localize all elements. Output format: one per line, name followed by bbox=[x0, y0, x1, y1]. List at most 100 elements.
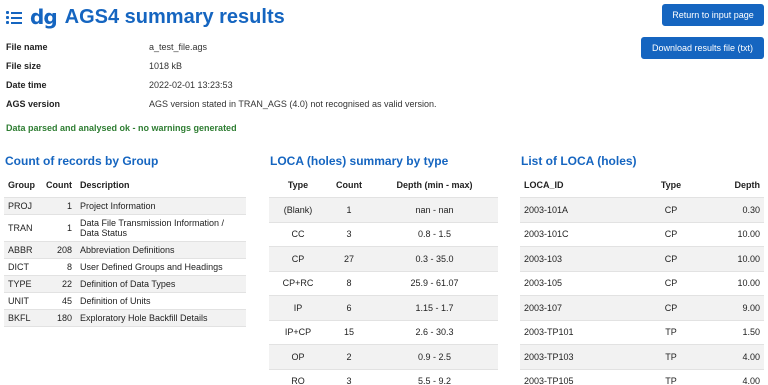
meta-row-date-time: Date time 2022-02-01 13:23:53 bbox=[6, 75, 436, 94]
table-cell: 1 bbox=[327, 197, 371, 223]
groups-table: Group Count Description PROJ 1 Project Inf… bbox=[4, 173, 246, 327]
table-cell: TYPE bbox=[4, 275, 42, 293]
table-cell: Definition of Units bbox=[76, 292, 246, 310]
table-cell: 0.9 - 2.5 bbox=[371, 344, 498, 370]
loca-summary-row: CC 3 0.8 - 1.5 bbox=[269, 222, 498, 247]
meta-value: 1018 kB bbox=[149, 60, 183, 71]
table-cell: 4.00 bbox=[702, 369, 764, 385]
table-cell: 22 bbox=[42, 275, 76, 293]
table-cell: 25.9 - 61.07 bbox=[371, 271, 498, 296]
group-row: BKFL 180 Exploratory Hole Backfill Details bbox=[4, 309, 246, 327]
table-cell: 2003-107 bbox=[520, 295, 640, 321]
page-title: AGS4 summary results bbox=[64, 5, 285, 28]
download-results-button[interactable]: Download results file (txt) bbox=[641, 37, 764, 59]
table-cell: User Defined Groups and Headings bbox=[76, 258, 246, 276]
loca-summary-row: RO 3 5.5 - 9.2 bbox=[269, 369, 498, 385]
column-header[interactable]: Depth bbox=[702, 173, 764, 198]
table-cell: 1.50 bbox=[702, 320, 764, 345]
meta-value: AGS version stated in TRAN_AGS (4.0) not… bbox=[149, 98, 437, 109]
table-cell: 10.00 bbox=[702, 222, 764, 247]
table-cell: Project Information bbox=[76, 197, 246, 215]
table-cell: 2003-101C bbox=[520, 222, 640, 247]
meta-label: File size bbox=[6, 60, 42, 71]
table-cell: 2003-TP101 bbox=[520, 320, 640, 345]
column-header[interactable]: Count bbox=[327, 173, 371, 198]
table-cell: 0.30 bbox=[702, 197, 764, 223]
table-cell: 5.5 - 9.2 bbox=[371, 369, 498, 385]
groups-section-title: Count of records by Group bbox=[5, 154, 159, 168]
table-cell: 2003-TP103 bbox=[520, 344, 640, 370]
table-cell: TP bbox=[640, 369, 702, 385]
loca-row: 2003-TP101 TP 1.50 bbox=[520, 320, 764, 345]
table-cell: 2003-101A bbox=[520, 197, 640, 223]
status-message: Data parsed and analysed ok - no warning… bbox=[6, 123, 237, 133]
column-header[interactable]: Type bbox=[269, 173, 327, 198]
loca-row: 2003-105 CP 10.00 bbox=[520, 271, 764, 296]
table-cell: 3 bbox=[327, 222, 371, 247]
table-cell: TP bbox=[640, 344, 702, 370]
meta-row-file-size: File size 1018 kB bbox=[6, 56, 436, 75]
return-to-input-button[interactable]: Return to input page bbox=[662, 4, 764, 26]
table-cell: 4.00 bbox=[702, 344, 764, 370]
table-cell: 1 bbox=[42, 197, 76, 215]
menu-icon[interactable] bbox=[6, 10, 22, 24]
table-cell: CC bbox=[269, 222, 327, 247]
column-header[interactable]: LOCA_ID bbox=[520, 173, 640, 198]
column-header[interactable]: Type bbox=[640, 173, 702, 198]
table-cell: IP bbox=[269, 295, 327, 321]
page-header: dg AGS4 summary results bbox=[6, 4, 285, 30]
table-cell: CP+RC bbox=[269, 271, 327, 296]
table-cell: DICT bbox=[4, 258, 42, 276]
table-cell: RO bbox=[269, 369, 327, 385]
loca-summary-table: Type Count Depth (min - max) (Blank) 1 nan… bbox=[269, 173, 498, 385]
column-header[interactable]: Count bbox=[42, 173, 76, 198]
table-cell: 208 bbox=[42, 241, 76, 259]
meta-value: a_test_file.ags bbox=[149, 41, 208, 52]
loca-list-section-title: List of LOCA (holes) bbox=[521, 154, 637, 168]
group-row: DICT 8 User Defined Groups and Headings bbox=[4, 258, 246, 276]
table-cell: TRAN bbox=[4, 214, 42, 242]
table-header-row: LOCA_ID Type Depth bbox=[520, 173, 764, 198]
column-header[interactable]: Group bbox=[4, 173, 42, 198]
table-cell: 6 bbox=[327, 295, 371, 321]
table-cell: 1.15 - 1.7 bbox=[371, 295, 498, 321]
table-cell: ABBR bbox=[4, 241, 42, 259]
loca-row: 2003-103 CP 10.00 bbox=[520, 246, 764, 272]
loca-list-table: LOCA_ID Type Depth 2003-101A CP 0.30 2003-1… bbox=[520, 173, 764, 385]
loca-row: 2003-101A CP 0.30 bbox=[520, 197, 764, 223]
table-cell: 15 bbox=[327, 320, 371, 345]
table-cell: 8 bbox=[327, 271, 371, 296]
loca-row: 2003-TP105 TP 4.00 bbox=[520, 369, 764, 385]
table-cell: 2.6 - 30.3 bbox=[371, 320, 498, 345]
group-row: UNIT 45 Definition of Units bbox=[4, 292, 246, 310]
table-cell: 10.00 bbox=[702, 271, 764, 296]
table-cell: 8 bbox=[42, 258, 76, 276]
column-header[interactable]: Description bbox=[76, 173, 246, 198]
table-cell: 180 bbox=[42, 309, 76, 327]
table-cell: 0.8 - 1.5 bbox=[371, 222, 498, 247]
group-row: ABBR 208 Abbreviation Definitions bbox=[4, 241, 246, 259]
loca-row: 2003-TP103 TP 4.00 bbox=[520, 344, 764, 370]
table-cell: OP bbox=[269, 344, 327, 370]
table-header-row: Type Count Depth (min - max) bbox=[269, 173, 498, 198]
meta-label: AGS version bbox=[6, 98, 61, 109]
table-cell: 1 bbox=[42, 214, 76, 242]
column-header[interactable]: Depth (min - max) bbox=[371, 173, 498, 198]
table-cell: CP bbox=[640, 222, 702, 247]
table-cell: 3 bbox=[327, 369, 371, 385]
meta-label: Date time bbox=[6, 79, 47, 90]
file-metadata: File name a_test_file.ags File size 1018… bbox=[6, 37, 436, 113]
app-logo[interactable]: dg bbox=[30, 5, 58, 29]
loca-summary-section-title: LOCA (holes) summary by type bbox=[270, 154, 449, 168]
table-cell: 0.3 - 35.0 bbox=[371, 246, 498, 272]
loca-summary-row: OP 2 0.9 - 2.5 bbox=[269, 344, 498, 370]
meta-label: File name bbox=[6, 41, 48, 52]
table-cell: 2 bbox=[327, 344, 371, 370]
table-cell: 2003-105 bbox=[520, 271, 640, 296]
table-cell: CP bbox=[269, 246, 327, 272]
table-cell: 45 bbox=[42, 292, 76, 310]
table-cell: CP bbox=[640, 271, 702, 296]
table-cell: UNIT bbox=[4, 292, 42, 310]
table-cell: Data File Transmission Information / Dat… bbox=[76, 214, 246, 242]
loca-summary-row: IP+CP 15 2.6 - 30.3 bbox=[269, 320, 498, 345]
